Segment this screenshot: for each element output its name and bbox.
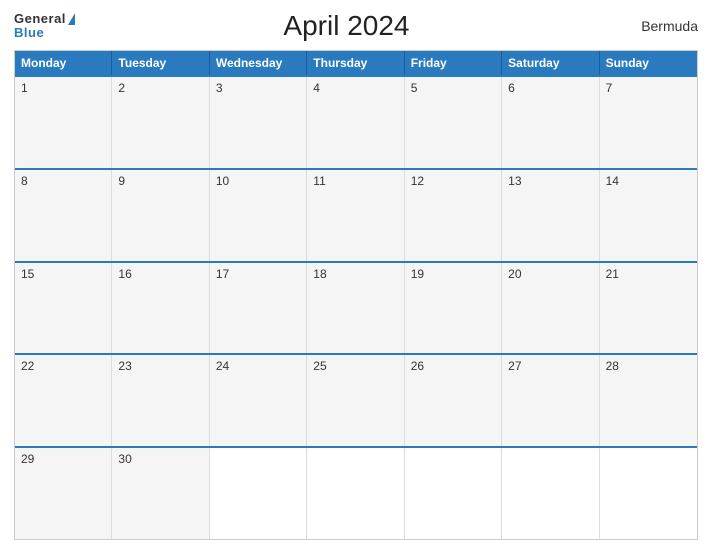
day-cell: 29 bbox=[15, 448, 112, 539]
day-cell bbox=[502, 448, 599, 539]
logo-general-text: General bbox=[14, 12, 75, 26]
day-number: 17 bbox=[216, 267, 229, 281]
day-cell: 25 bbox=[307, 355, 404, 446]
day-cell: 4 bbox=[307, 77, 404, 168]
calendar-title: April 2024 bbox=[75, 10, 618, 42]
day-cell: 15 bbox=[15, 263, 112, 354]
day-header-monday: Monday bbox=[15, 51, 112, 75]
logo: General Blue bbox=[14, 12, 75, 41]
day-cell bbox=[210, 448, 307, 539]
day-cell: 30 bbox=[112, 448, 209, 539]
day-number: 22 bbox=[21, 359, 34, 373]
day-cell: 24 bbox=[210, 355, 307, 446]
week-row-3: 15 16 17 18 19 20 21 bbox=[15, 261, 697, 354]
day-header-saturday: Saturday bbox=[502, 51, 599, 75]
day-cell: 14 bbox=[600, 170, 697, 261]
day-header-wednesday: Wednesday bbox=[210, 51, 307, 75]
day-cell: 20 bbox=[502, 263, 599, 354]
day-number: 3 bbox=[216, 81, 223, 95]
day-cell: 16 bbox=[112, 263, 209, 354]
day-cell: 9 bbox=[112, 170, 209, 261]
day-cell: 26 bbox=[405, 355, 502, 446]
day-header-sunday: Sunday bbox=[600, 51, 697, 75]
day-number: 12 bbox=[411, 174, 424, 188]
day-cell: 17 bbox=[210, 263, 307, 354]
day-cell: 11 bbox=[307, 170, 404, 261]
logo-blue-text: Blue bbox=[14, 26, 75, 40]
day-cell: 22 bbox=[15, 355, 112, 446]
day-number: 25 bbox=[313, 359, 326, 373]
weeks-container: 1234567891011121314151617181920212223242… bbox=[15, 75, 697, 539]
day-headers-row: MondayTuesdayWednesdayThursdayFridaySatu… bbox=[15, 51, 697, 75]
day-cell: 7 bbox=[600, 77, 697, 168]
day-number: 10 bbox=[216, 174, 229, 188]
day-cell: 21 bbox=[600, 263, 697, 354]
day-number: 26 bbox=[411, 359, 424, 373]
day-number: 15 bbox=[21, 267, 34, 281]
day-number: 21 bbox=[606, 267, 619, 281]
day-number: 5 bbox=[411, 81, 418, 95]
day-cell: 2 bbox=[112, 77, 209, 168]
week-row-5: 29 30 bbox=[15, 446, 697, 539]
day-number: 28 bbox=[606, 359, 619, 373]
day-cell: 12 bbox=[405, 170, 502, 261]
week-row-2: 8 9 10 11 12 13 14 bbox=[15, 168, 697, 261]
week-row-1: 1 2 3 4 5 6 7 bbox=[15, 75, 697, 168]
day-number: 11 bbox=[313, 174, 325, 188]
day-number: 7 bbox=[606, 81, 613, 95]
day-number: 18 bbox=[313, 267, 326, 281]
day-cell: 10 bbox=[210, 170, 307, 261]
day-number: 30 bbox=[118, 452, 131, 466]
day-number: 14 bbox=[606, 174, 619, 188]
day-number: 13 bbox=[508, 174, 521, 188]
day-header-thursday: Thursday bbox=[307, 51, 404, 75]
day-cell: 6 bbox=[502, 77, 599, 168]
day-number: 8 bbox=[21, 174, 28, 188]
day-number: 27 bbox=[508, 359, 521, 373]
day-cell: 1 bbox=[15, 77, 112, 168]
day-cell: 3 bbox=[210, 77, 307, 168]
region-label: Bermuda bbox=[618, 18, 698, 34]
day-number: 23 bbox=[118, 359, 131, 373]
day-number: 29 bbox=[21, 452, 34, 466]
day-cell bbox=[307, 448, 404, 539]
day-cell: 19 bbox=[405, 263, 502, 354]
day-number: 6 bbox=[508, 81, 515, 95]
day-number: 19 bbox=[411, 267, 424, 281]
day-number: 16 bbox=[118, 267, 131, 281]
day-header-tuesday: Tuesday bbox=[112, 51, 209, 75]
day-cell: 13 bbox=[502, 170, 599, 261]
day-number: 20 bbox=[508, 267, 521, 281]
day-cell: 28 bbox=[600, 355, 697, 446]
day-cell: 5 bbox=[405, 77, 502, 168]
day-number: 9 bbox=[118, 174, 125, 188]
week-row-4: 22 23 24 25 26 27 28 bbox=[15, 353, 697, 446]
day-number: 24 bbox=[216, 359, 229, 373]
logo-triangle-icon bbox=[68, 13, 75, 25]
day-number: 4 bbox=[313, 81, 320, 95]
header: General Blue April 2024 Bermuda bbox=[14, 10, 698, 42]
day-cell: 18 bbox=[307, 263, 404, 354]
day-cell: 8 bbox=[15, 170, 112, 261]
calendar: MondayTuesdayWednesdayThursdayFridaySatu… bbox=[14, 50, 698, 540]
page: General Blue April 2024 Bermuda MondayTu… bbox=[0, 0, 712, 550]
day-header-friday: Friday bbox=[405, 51, 502, 75]
day-number: 1 bbox=[21, 81, 28, 95]
day-cell: 27 bbox=[502, 355, 599, 446]
day-number: 2 bbox=[118, 81, 125, 95]
day-cell bbox=[600, 448, 697, 539]
day-cell: 23 bbox=[112, 355, 209, 446]
day-cell bbox=[405, 448, 502, 539]
